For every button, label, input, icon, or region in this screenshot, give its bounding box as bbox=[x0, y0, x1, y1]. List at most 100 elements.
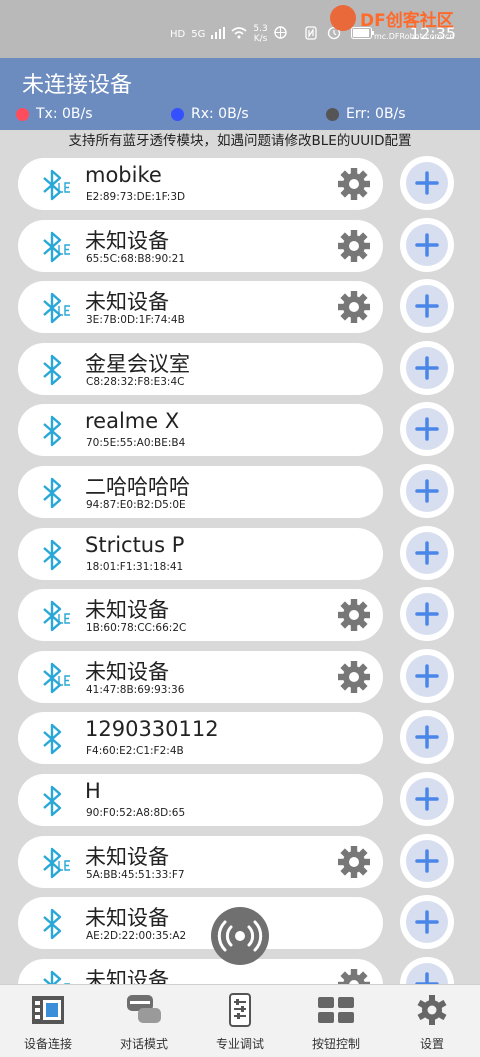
bluetooth-icon bbox=[43, 477, 62, 509]
connect-add-button[interactable] bbox=[400, 710, 454, 765]
scan-fab[interactable] bbox=[211, 907, 269, 965]
nfc-icon bbox=[305, 26, 317, 43]
connect-add-button[interactable] bbox=[400, 217, 454, 272]
device-settings-gear-icon[interactable] bbox=[336, 597, 372, 633]
throughput-stats: Tx: 0B/s Rx: 0B/s Err: 0B/s bbox=[0, 106, 480, 126]
device-card[interactable]: 金星会议室 C8:28:32:F8:E3:4C bbox=[18, 342, 383, 395]
add-button-bg bbox=[406, 285, 448, 328]
brand-watermark: DF创客社区 mc.DFRobot.com.cn bbox=[330, 5, 454, 41]
connection-status-title: 未连接设备 bbox=[22, 73, 133, 98]
device-card[interactable]: mobike E2:89:73:DE:1F:3D bbox=[18, 158, 383, 210]
connect-add-button[interactable] bbox=[400, 464, 454, 518]
globe-icon bbox=[273, 26, 287, 42]
connect-add-button[interactable] bbox=[400, 648, 454, 703]
nav-label: 对话模式 bbox=[119, 1037, 168, 1051]
bluetooth-icon bbox=[43, 539, 62, 570]
device-card[interactable]: 1290330112 F4:60:E2:C1:F2:4B bbox=[18, 712, 383, 765]
connect-add-button[interactable] bbox=[400, 156, 454, 210]
device-settings-gear-icon[interactable] bbox=[336, 289, 372, 325]
add-button-bg bbox=[406, 778, 448, 820]
add-button-bg bbox=[406, 470, 448, 512]
connect-add-button[interactable] bbox=[400, 525, 454, 580]
add-button-bg bbox=[406, 716, 448, 759]
nav-item-pro-debug[interactable]: 专业调试 bbox=[192, 985, 288, 1057]
device-mac: AE:2D:22:00:35:A2 bbox=[86, 930, 187, 943]
tx-stat: Tx: 0B/s bbox=[16, 106, 93, 122]
connect-add-button[interactable] bbox=[400, 772, 454, 826]
device-name: 未知设备 bbox=[85, 844, 169, 869]
connect-add-button[interactable] bbox=[400, 587, 454, 642]
status-bar: HD 5G 5.3 K/s 12:35 DF创客社区 mc.DFRobot.co… bbox=[0, 0, 480, 58]
device-card[interactable]: H 90:F0:52:A8:8D:65 bbox=[18, 774, 383, 826]
device-name: 二哈哈哈哈 bbox=[85, 475, 190, 499]
add-button-bg bbox=[406, 531, 448, 574]
nav-label: 设置 bbox=[419, 1037, 444, 1051]
add-button-bg bbox=[406, 654, 448, 697]
connect-add-button[interactable] bbox=[400, 956, 454, 984]
device-card[interactable]: 未知设备 AE:2D:22:00:35:A2 bbox=[18, 897, 383, 950]
err-label: Err: 0B/s bbox=[346, 106, 406, 122]
plus-icon bbox=[415, 171, 439, 195]
nav-item-button-control[interactable]: 按钮控制 bbox=[288, 985, 384, 1057]
plus-icon bbox=[415, 602, 439, 626]
bluetooth-le-icon bbox=[43, 662, 70, 693]
device-card[interactable]: 未知设备 1B:60:78:CC:66:2C bbox=[18, 589, 383, 642]
device-name: 未知设备 bbox=[85, 290, 169, 315]
connect-add-button[interactable] bbox=[400, 402, 454, 457]
plus-icon bbox=[415, 417, 439, 442]
device-name: realme X bbox=[85, 409, 180, 434]
brand-logo-sub: mc.DFRobot.com.cn bbox=[374, 32, 455, 41]
device-card[interactable]: 未知设备 41:47:8B:69:93:36 bbox=[18, 650, 383, 703]
device-settings-gear-icon[interactable] bbox=[336, 228, 372, 264]
nav-item-chat-mode[interactable]: 对话模式 bbox=[96, 985, 192, 1057]
device-settings-gear-icon[interactable] bbox=[336, 844, 372, 880]
connect-add-button[interactable] bbox=[400, 279, 454, 334]
device-row: 1290330112 F4:60:E2:C1:F2:4B bbox=[0, 710, 480, 766]
device-settings-gear-icon[interactable] bbox=[336, 967, 372, 984]
device-mac: C8:28:32:F8:E3:4C bbox=[86, 375, 185, 388]
device-row: 金星会议室 C8:28:32:F8:E3:4C bbox=[0, 340, 480, 397]
bluetooth-le-icon bbox=[43, 231, 70, 262]
device-list[interactable]: mobike E2:89:73:DE:1F:3D 未知设备 65:5C:68:B8:9… bbox=[0, 156, 480, 984]
device-card[interactable]: 未知设备 bbox=[18, 958, 383, 984]
plus-icon bbox=[415, 479, 439, 503]
device-mac: 5A:BB:45:51:33:F7 bbox=[86, 868, 185, 881]
bluetooth-le-icon bbox=[43, 292, 70, 324]
add-button-bg bbox=[406, 346, 448, 389]
device-card[interactable]: 未知设备 65:5C:68:B8:90:21 bbox=[18, 219, 383, 272]
plus-icon bbox=[415, 972, 439, 984]
device-card[interactable]: 二哈哈哈哈 94:87:E0:B2:D5:0E bbox=[18, 466, 383, 518]
device-mac: 90:F0:52:A8:8D:65 bbox=[86, 807, 186, 819]
device-mac: 18:01:F1:31:18:41 bbox=[86, 560, 184, 573]
app-header: 未连接设备 Tx: 0B/s Rx: 0B/s Err: 0B/s bbox=[0, 58, 480, 130]
device-card[interactable]: Strictus P 18:01:F1:31:18:41 bbox=[18, 527, 383, 580]
bluetooth-icon bbox=[43, 416, 62, 447]
network-type: 5G bbox=[191, 28, 206, 40]
rx-dot bbox=[171, 107, 184, 121]
device-mac: 94:87:E0:B2:D5:0E bbox=[86, 499, 186, 511]
connect-add-button[interactable] bbox=[400, 340, 454, 395]
plus-icon bbox=[415, 540, 439, 565]
device-row: 未知设备 1B:60:78:CC:66:2C bbox=[0, 587, 480, 643]
connect-add-button[interactable] bbox=[400, 895, 454, 950]
device-card[interactable]: 未知设备 3E:7B:0D:1F:74:4B bbox=[18, 281, 383, 334]
device-name: 未知设备 bbox=[85, 659, 169, 684]
robot-icon bbox=[330, 5, 356, 31]
device-card[interactable]: realme X 70:5E:55:A0:BE:B4 bbox=[18, 404, 383, 457]
nav-item-settings[interactable]: 设置 bbox=[384, 985, 480, 1057]
device-mac: 70:5E:55:A0:BE:B4 bbox=[86, 437, 186, 450]
err-dot bbox=[326, 107, 339, 121]
add-button-bg bbox=[406, 408, 448, 451]
device-settings-gear-icon[interactable] bbox=[336, 166, 372, 202]
bluetooth-icon bbox=[43, 785, 62, 817]
speed-unit: K/s bbox=[253, 34, 268, 44]
device-mac: 1B:60:78:CC:66:2C bbox=[86, 622, 187, 635]
nav-item-device-connect[interactable]: 设备连接 bbox=[0, 985, 96, 1057]
device-mac: E2:89:73:DE:1F:3D bbox=[86, 191, 186, 203]
bluetooth-le-icon bbox=[43, 847, 70, 878]
add-button-bg bbox=[406, 223, 448, 266]
device-card[interactable]: 未知设备 5A:BB:45:51:33:F7 bbox=[18, 835, 383, 888]
button-grid-icon bbox=[318, 997, 354, 1023]
device-settings-gear-icon[interactable] bbox=[336, 659, 372, 695]
connect-add-button[interactable] bbox=[400, 833, 454, 888]
